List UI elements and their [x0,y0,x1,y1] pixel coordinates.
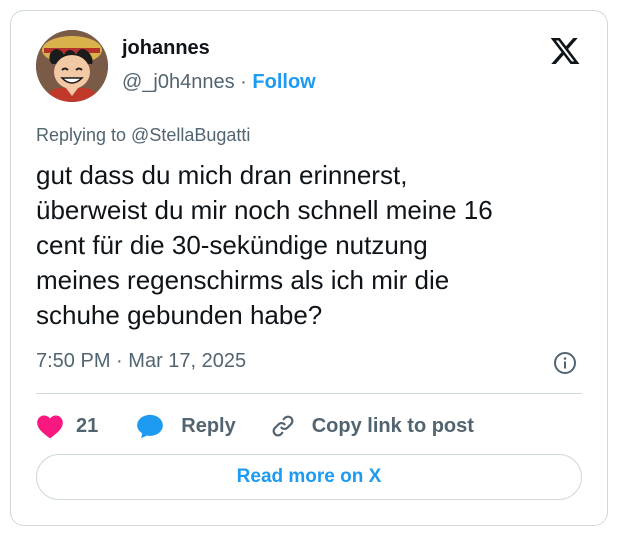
like-button[interactable]: 21 [36,413,98,439]
heart-icon [37,415,63,439]
copy-link-label: Copy link to post [311,414,474,437]
separator-dot: · [240,71,247,93]
info-icon[interactable] [553,351,577,375]
copy-link-button[interactable]: Copy link to post [270,413,474,439]
tweet-date: Mar 17, 2025 [128,350,247,372]
post-card: johannes @_j0h4nnes · Follow Replying to… [10,10,608,526]
avatar[interactable] [36,30,108,102]
tweet-time: 7:50 PM [36,350,111,372]
author-handle-row: @_j0h4nnes · Follow [122,71,316,94]
reply-label: Reply [181,414,236,437]
link-icon [272,415,294,437]
separator-dot: · [116,350,123,372]
follow-button[interactable]: Follow [252,71,315,93]
action-bar: 21 Reply Copy link to post [36,411,474,441]
replying-to[interactable]: Replying to @StellaBugatti [36,125,250,146]
author-name[interactable]: johannes [122,37,210,60]
x-logo-icon[interactable] [549,35,581,67]
like-count: 21 [76,414,99,437]
author-handle[interactable]: @_j0h4nnes [122,71,235,93]
avatar-image [36,30,108,102]
timestamp-row[interactable]: 7:50 PM · Mar 17, 2025 [36,350,246,373]
reply-bubble-icon [137,414,164,439]
divider [36,393,582,394]
tweet-text: gut dass du mich dran erinnerst, überwei… [36,160,493,330]
read-more-button[interactable]: Read more on X [36,454,582,500]
reply-button[interactable]: Reply [136,413,236,439]
